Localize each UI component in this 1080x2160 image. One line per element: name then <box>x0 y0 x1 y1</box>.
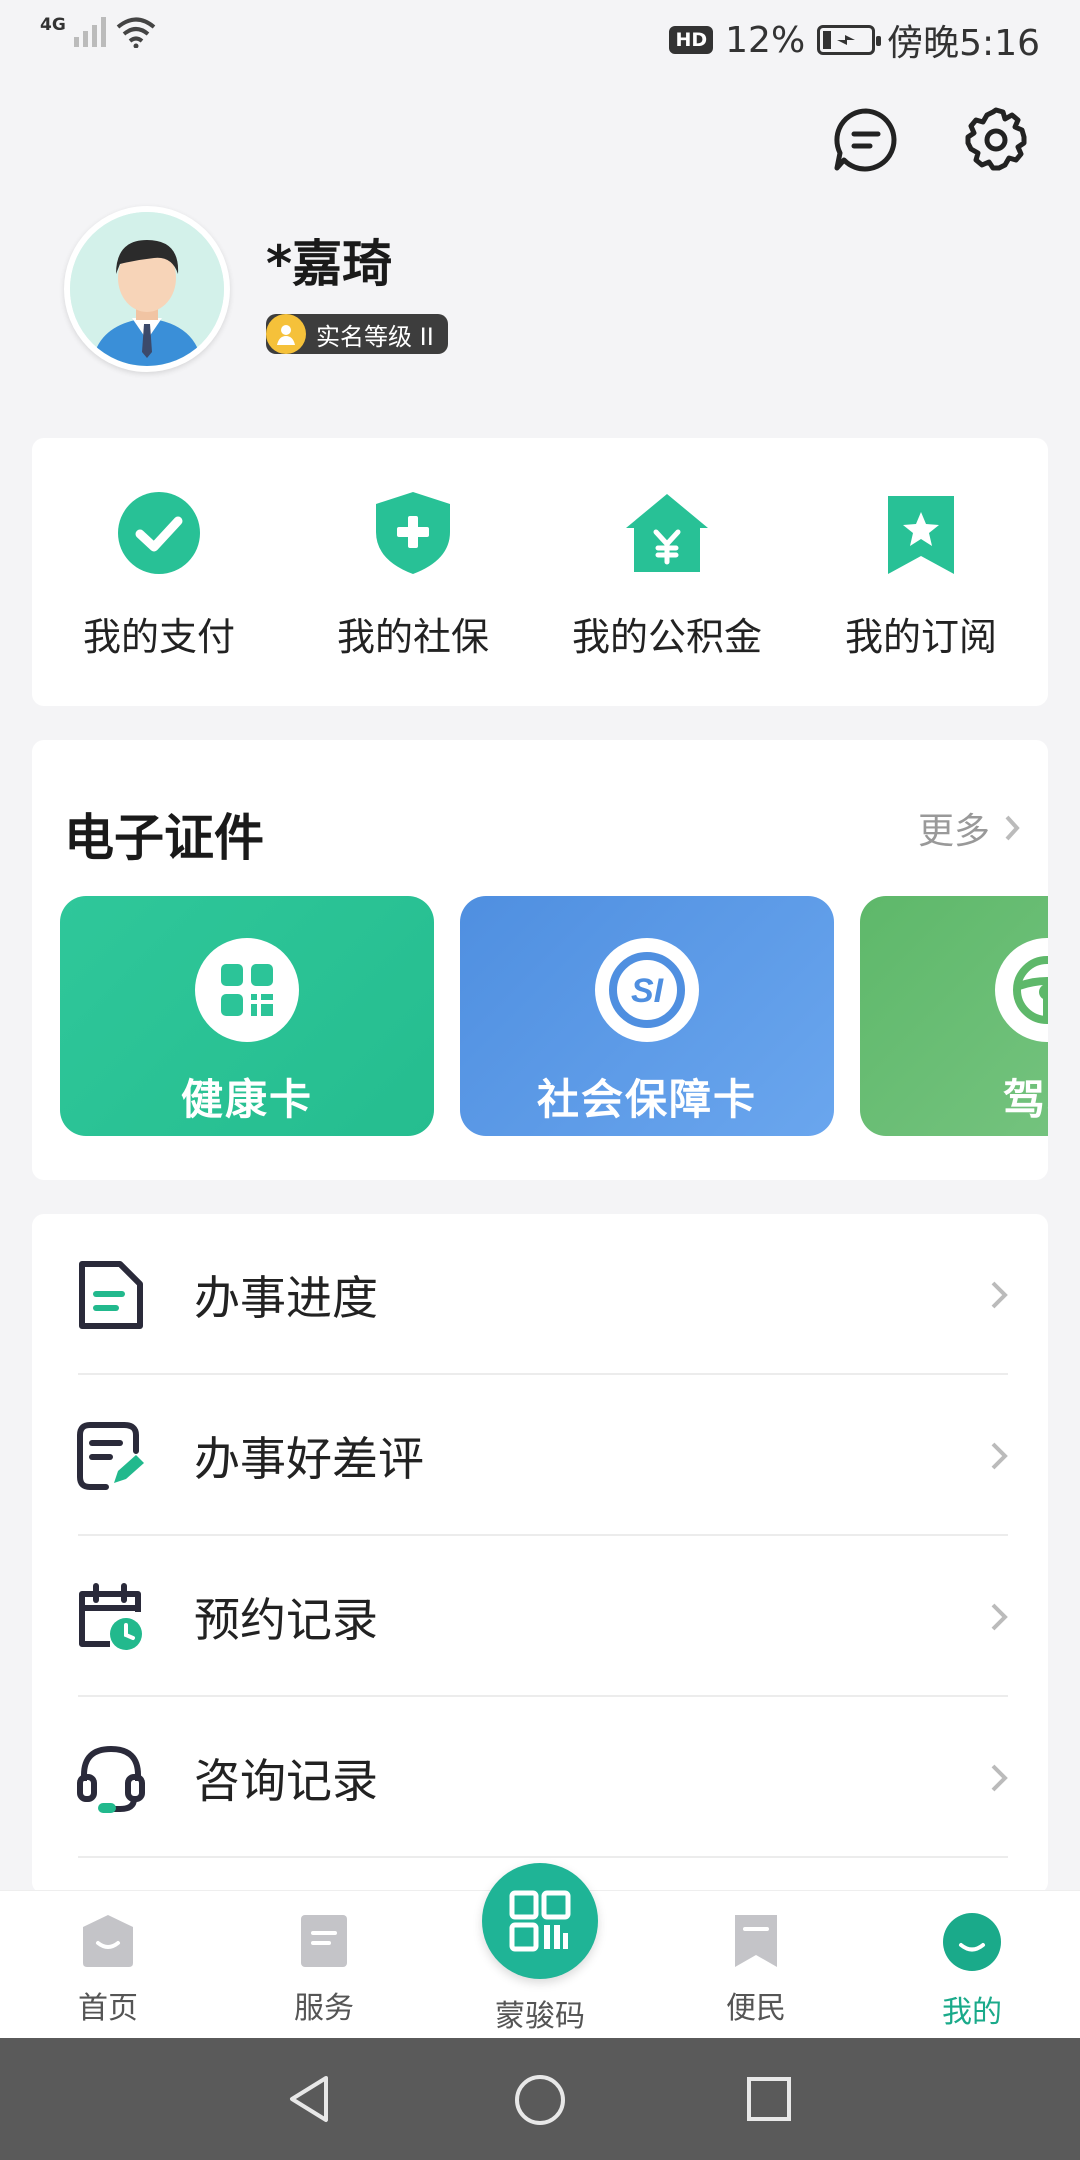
card-label: 健康卡 <box>180 1075 313 1124</box>
svg-text:SI: SI <box>631 972 665 1010</box>
bookmark-star-icon <box>888 496 954 574</box>
qr-code-button[interactable] <box>482 1863 598 1979</box>
system-nav-bar <box>0 2038 1080 2160</box>
tab-convenience[interactable]: 便民 <box>686 1911 826 2027</box>
verification-level-badge[interactable]: 实名等级 II <box>266 314 448 354</box>
message-icon[interactable] <box>832 106 900 174</box>
bottom-tab-bar: 首页 服务 蒙骏码 便民 我的 <box>0 1863 1080 2038</box>
profile-header[interactable]: *嘉琦 实名等级 II <box>64 206 448 372</box>
battery-icon <box>817 25 882 55</box>
record-label: 预约记录 <box>194 1592 378 1647</box>
service-icon <box>301 1915 347 1967</box>
quick-link-label: 我的支付 <box>82 615 235 659</box>
qr-icon <box>195 938 299 1042</box>
more-label: 更多 <box>917 811 990 852</box>
headset-icon <box>77 1745 145 1813</box>
quick-link-subscription[interactable]: 我的订阅 <box>794 438 1048 706</box>
record-row-progress[interactable]: 办事进度 <box>32 1214 1048 1375</box>
user-badge-icon <box>266 314 306 354</box>
record-row-review[interactable]: 办事好差评 <box>32 1375 1048 1536</box>
chevron-right-icon <box>991 1603 1008 1630</box>
wifi-icon <box>116 17 156 48</box>
home-nav-icon[interactable] <box>514 2074 566 2126</box>
signal-group: 4G <box>40 15 156 48</box>
quick-link-social-insurance[interactable]: 我的社保 <box>286 438 540 706</box>
recents-icon[interactable] <box>746 2076 792 2122</box>
driver-license-card[interactable]: 驾驶 <box>860 896 1048 1136</box>
tab-label: 便民 <box>726 1991 786 2026</box>
chevron-right-icon <box>991 1281 1008 1308</box>
tab-label: 服务 <box>294 1991 354 2026</box>
record-label: 办事进度 <box>194 1270 378 1325</box>
bookmark-icon <box>735 1915 777 1967</box>
shield-plus-icon <box>376 492 450 574</box>
quick-link-housing-fund[interactable]: 我的公积金 <box>540 438 794 706</box>
tab-home[interactable]: 首页 <box>38 1911 178 2027</box>
quick-link-label: 我的公积金 <box>571 615 762 659</box>
tab-mine[interactable]: 我的 <box>902 1911 1042 2031</box>
certificates-card: 电子证件 更多 健康卡 SI 社会保障卡 驾 <box>32 740 1048 1180</box>
network-type: 4G <box>40 15 66 35</box>
certificates-title: 电子证件 <box>64 809 264 867</box>
profile-face-icon <box>943 1913 1001 1971</box>
chevron-right-icon <box>991 1764 1008 1791</box>
battery-percent: 12% <box>725 19 806 61</box>
calendar-clock-icon <box>79 1582 142 1650</box>
gear-icon[interactable] <box>962 106 1030 174</box>
status-bar: 4G HD 12% 傍晚5:16 <box>0 0 1080 72</box>
tab-label: 我的 <box>942 1995 1002 2030</box>
chevron-right-icon <box>991 1442 1008 1469</box>
avatar[interactable] <box>64 206 230 372</box>
chevron-right-icon <box>1005 815 1020 841</box>
social-security-card[interactable]: SI 社会保障卡 <box>460 896 834 1136</box>
signal-icon <box>73 17 106 47</box>
verification-level-text: 实名等级 II <box>316 322 434 351</box>
records-list: 办事进度 办事好差评 预约记录 咨询记录 <box>32 1214 1048 1894</box>
profile-info: *嘉琦 实名等级 II <box>266 224 448 354</box>
health-card[interactable]: 健康卡 <box>60 896 434 1136</box>
card-label: 驾驶 <box>1002 1075 1048 1124</box>
qr-code-icon <box>509 1890 571 1952</box>
clock: 傍晚5:16 <box>887 23 1040 64</box>
back-icon[interactable] <box>286 2074 332 2124</box>
quick-link-label: 我的订阅 <box>844 615 997 659</box>
hd-badge: HD <box>669 26 714 54</box>
record-label: 咨询记录 <box>194 1753 378 1808</box>
card-label: 社会保障卡 <box>536 1075 757 1124</box>
quick-link-payment[interactable]: 我的支付 <box>32 438 286 706</box>
note-edit-icon <box>77 1421 144 1490</box>
home-icon <box>83 1915 133 1967</box>
header-actions <box>832 106 1030 174</box>
record-row-consultation[interactable]: 咨询记录 <box>32 1697 1048 1858</box>
quick-links-card: 我的支付 我的社保 我的公积金 我的订阅 <box>32 438 1048 706</box>
house-yen-icon <box>626 494 708 572</box>
tab-label: 蒙骏码 <box>495 1999 585 2034</box>
user-name: *嘉琦 <box>266 235 393 293</box>
steering-wheel-icon <box>995 938 1048 1042</box>
more-link[interactable]: 更多 <box>918 802 1020 854</box>
folder-doc-icon <box>79 1260 143 1329</box>
check-circle-icon <box>118 492 200 574</box>
tab-services[interactable]: 服务 <box>254 1911 394 2027</box>
status-right: HD 12% 傍晚5:16 <box>669 14 1040 66</box>
divider <box>78 1856 1008 1858</box>
quick-link-label: 我的社保 <box>336 615 489 659</box>
social-security-icon: SI <box>595 938 699 1042</box>
record-label: 办事好差评 <box>194 1431 424 1486</box>
tab-label: 首页 <box>78 1991 138 2026</box>
record-row-appointment[interactable]: 预约记录 <box>32 1536 1048 1697</box>
